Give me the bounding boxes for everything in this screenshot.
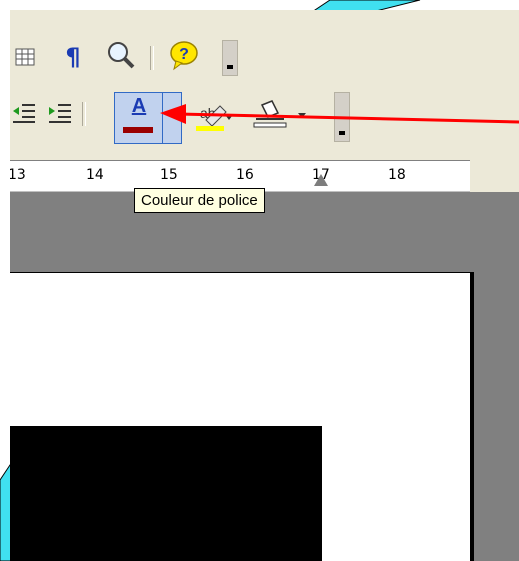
font-color-dropdown-divider <box>162 93 163 143</box>
ruler-number: 18 <box>388 167 406 183</box>
font-color-button[interactable]: A <box>114 92 182 144</box>
table-button[interactable] <box>12 42 38 72</box>
zoom-button[interactable] <box>104 40 138 70</box>
font-color-tooltip: Couleur de police <box>134 188 265 213</box>
standard-toolbar: ¶ ? <box>10 40 270 76</box>
toolbar-overflow-handle[interactable] <box>222 40 238 76</box>
font-color-icon: A <box>131 95 147 117</box>
toolbar-separator <box>150 46 154 70</box>
tab-stop-marker[interactable] <box>314 174 328 186</box>
zoom-icon <box>108 42 135 69</box>
background-color-icon <box>253 100 306 128</box>
ruler-number: 13 <box>10 167 26 183</box>
pilcrow-icon: ¶ <box>65 43 81 71</box>
help-button[interactable]: ? <box>166 40 202 71</box>
background-color-button[interactable] <box>246 98 310 134</box>
increase-indent-button[interactable] <box>46 98 74 128</box>
toolbar-overflow-handle[interactable] <box>334 92 350 142</box>
highlight-button[interactable]: ab <box>190 100 234 134</box>
toolbar-separator <box>82 102 86 126</box>
formatting-marks-button[interactable]: ¶ <box>60 42 86 72</box>
ruler-number: 14 <box>86 167 104 183</box>
font-color-swatch <box>123 127 153 133</box>
help-icon: ? <box>170 41 198 71</box>
decrease-indent-button[interactable] <box>10 98 38 128</box>
page-content-block <box>10 426 322 561</box>
ruler-number: 15 <box>160 167 178 183</box>
ruler-number: 16 <box>236 167 254 183</box>
table-icon <box>15 48 35 66</box>
decrease-indent-icon <box>13 104 35 123</box>
increase-indent-icon <box>49 104 71 123</box>
writer-window: ¶ ? A ab 13 14 15 16 17 18 Couleur de po… <box>10 10 519 561</box>
highlight-icon: ab <box>196 105 232 131</box>
svg-text:?: ? <box>179 46 189 63</box>
